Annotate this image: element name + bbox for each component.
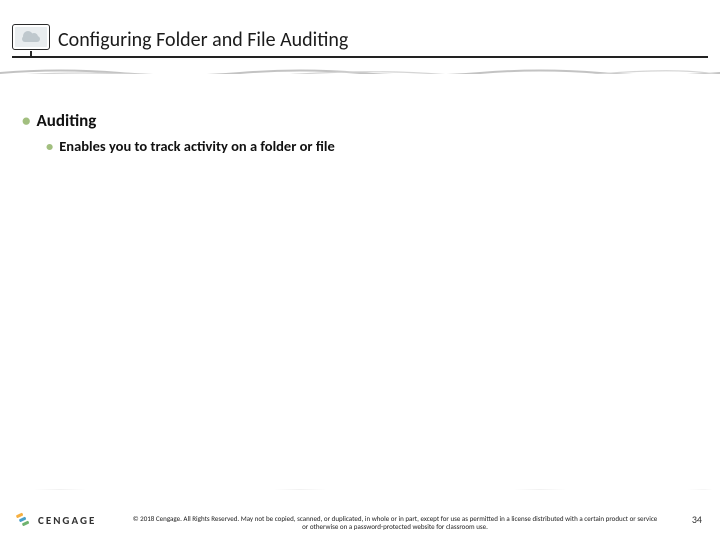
bullet-text: Auditing — [36, 110, 96, 131]
bullet-dot-icon: • — [46, 137, 53, 155]
decorative-brush-top — [0, 64, 720, 74]
monitor-cloud-icon — [12, 24, 50, 56]
slide-title: Configuring Folder and File Auditing — [58, 28, 348, 52]
slide-header: Configuring Folder and File Auditing — [12, 24, 708, 56]
slide-footer: CENGAGE © 2018 Cengage. All Rights Reser… — [0, 496, 720, 540]
bullet-level-1: • Auditing — [22, 110, 698, 131]
decorative-brush-bottom — [0, 482, 720, 490]
brand-mark-icon — [16, 512, 32, 528]
brand-logo: CENGAGE — [16, 512, 96, 528]
bullet-text: Enables you to track activity on a folde… — [59, 137, 335, 155]
title-underline — [12, 56, 708, 58]
brand-name: CENGAGE — [38, 514, 96, 527]
bullet-dot-icon: • — [22, 110, 30, 131]
copyright-text: © 2018 Cengage. All Rights Reserved. May… — [130, 515, 660, 533]
page-number: 34 — [692, 513, 702, 526]
bullet-level-2: • Enables you to track activity on a fold… — [46, 137, 698, 155]
slide-body: • Auditing • Enables you to track activity… — [22, 110, 698, 155]
